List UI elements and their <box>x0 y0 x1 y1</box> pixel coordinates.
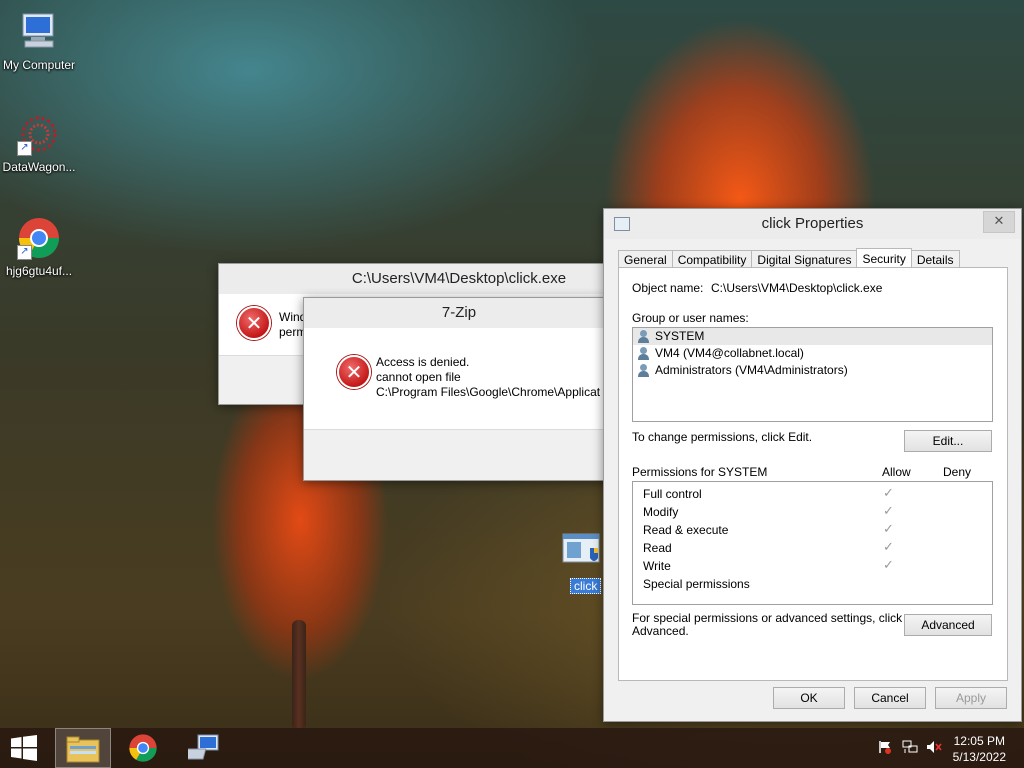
zip-message-line2: cannot open file <box>376 370 461 384</box>
advanced-button[interactable]: Advanced <box>904 614 992 636</box>
allow-check-icon: ✓ <box>883 522 894 537</box>
allow-check-icon: ✓ <box>883 540 894 555</box>
error-icon: ✕ <box>337 355 371 389</box>
apply-button[interactable]: Apply <box>935 687 1007 709</box>
zip-dialog-titlebar[interactable]: 7-Zip <box>304 298 614 328</box>
permissions-for-label: Permissions for SYSTEM <box>632 465 768 479</box>
desktop-file-click[interactable]: click <box>562 532 606 594</box>
clock-time: 12:05 PM <box>953 734 1005 748</box>
user-group-icon <box>637 364 651 377</box>
close-button[interactable]: ✕ <box>983 211 1015 233</box>
permission-name: Write <box>643 559 671 573</box>
user-icon <box>637 347 651 360</box>
desktop-icon-datawagon[interactable]: ↗ DataWagon... <box>0 112 78 174</box>
clock-date: 5/13/2022 <box>952 750 1006 764</box>
permission-row: Write ✓ <box>643 557 983 575</box>
tab-strip: General Compatibility Digital Signatures Se… <box>618 247 960 270</box>
properties-title: click Properties <box>761 215 864 232</box>
chrome-icon: ↗ <box>17 216 61 260</box>
security-tab-panel: Object name: C:\Users\VM4\Desktop\click.… <box>618 267 1008 681</box>
permission-name: Full control <box>643 487 702 501</box>
user-group-icon <box>637 330 651 343</box>
change-permissions-text: To change permissions, click Edit. <box>632 430 813 444</box>
deny-header: Deny <box>943 465 972 479</box>
properties-window-icon <box>614 217 630 231</box>
taskbar-clock[interactable]: 12:05 PM 5/13/2022 <box>953 733 1006 765</box>
desktop-icon-my-computer[interactable]: My Computer <box>0 10 78 72</box>
zip-dialog[interactable]: 7-Zip ✕ Access is denied. cannot open fi… <box>303 297 615 481</box>
error-icon: ✕ <box>237 306 271 340</box>
network-computer-icon <box>188 734 219 760</box>
users-listbox[interactable]: SYSTEM VM4 (VM4@collabnet.local) Adminis… <box>632 327 993 422</box>
permission-row: Full control ✓ <box>643 485 983 503</box>
allow-check-icon: ✓ <box>883 504 894 519</box>
edit-button[interactable]: Edit... <box>904 430 992 452</box>
special-text-line2: Advanced. <box>632 624 689 638</box>
zip-message-path: C:\Program Files\Google\Chrome\Applicat <box>376 385 601 399</box>
properties-dialog[interactable]: click Properties ✕ General Compatibility D… <box>603 208 1022 722</box>
taskbar-file-explorer[interactable] <box>55 728 111 768</box>
desktop-icon-chrome-shortcut[interactable]: ↗ hjg6gtu4uf... <box>0 216 78 278</box>
permission-name: Special permissions <box>643 577 750 591</box>
user-name: SYSTEM <box>655 329 705 343</box>
desktop-icon-label: hjg6gtu4uf... <box>5 264 73 278</box>
datawagon-icon: ↗ <box>17 112 61 156</box>
network-icon[interactable] <box>902 740 918 754</box>
permission-name: Read & execute <box>643 523 729 537</box>
user-name: VM4 (VM4@collabnet.local) <box>655 346 804 360</box>
user-item-system[interactable]: SYSTEM <box>633 328 992 345</box>
file-label: click <box>570 578 602 594</box>
group-users-label: Group or user names: <box>632 311 749 325</box>
user-item-administrators[interactable]: Administrators (VM4\Administrators) <box>633 362 992 379</box>
computer-icon <box>17 10 61 54</box>
folder-icon <box>66 736 100 763</box>
permission-row: Modify ✓ <box>643 503 983 521</box>
start-button[interactable] <box>0 728 50 768</box>
cancel-button[interactable]: Cancel <box>854 687 926 709</box>
zip-dialog-footer <box>304 429 614 480</box>
taskbar-chrome[interactable] <box>115 728 171 768</box>
taskbar: 12:05 PM 5/13/2022 <box>0 728 1024 768</box>
wallpaper-stem <box>292 620 306 730</box>
desktop-icon-label: DataWagon... <box>2 160 76 174</box>
object-name-value: C:\Users\VM4\Desktop\click.exe <box>711 281 883 295</box>
shortcut-arrow-icon: ↗ <box>17 245 32 260</box>
permissions-listbox[interactable]: Full control ✓ Modify ✓ Read & execute ✓ Re… <box>632 481 993 605</box>
permission-row: Read ✓ <box>643 539 983 557</box>
user-item-vm4[interactable]: VM4 (VM4@collabnet.local) <box>633 345 992 362</box>
user-name: Administrators (VM4\Administrators) <box>655 363 848 377</box>
zip-dialog-title: 7-Zip <box>441 304 477 321</box>
volume-muted-icon[interactable] <box>926 740 942 754</box>
permission-name: Read <box>643 541 672 555</box>
special-permissions-text: For special permissions or advanced sett… <box>632 612 902 638</box>
properties-titlebar[interactable]: click Properties ✕ <box>604 209 1021 239</box>
permission-row: Special permissions <box>643 575 983 593</box>
shortcut-arrow-icon: ↗ <box>17 141 32 156</box>
allow-check-icon: ✓ <box>883 558 894 573</box>
permission-row: Read & execute ✓ <box>643 521 983 539</box>
zip-message: Access is denied. cannot open file C:\Pr… <box>376 355 610 400</box>
allow-check-icon: ✓ <box>883 486 894 501</box>
chrome-icon <box>129 734 157 762</box>
action-center-flag-icon[interactable] <box>878 740 892 754</box>
error-window-titlebar[interactable]: C:\Users\VM4\Desktop\click.exe <box>219 264 619 294</box>
taskbar-remote-app[interactable] <box>176 728 232 768</box>
desktop-icon-label: My Computer <box>2 58 76 72</box>
exe-file-icon <box>562 532 602 566</box>
object-name-label: Object name: <box>632 281 704 295</box>
zip-message-line1: Access is denied. <box>376 355 470 369</box>
permission-name: Modify <box>643 505 679 519</box>
allow-header: Allow <box>882 465 911 479</box>
ok-button[interactable]: OK <box>773 687 845 709</box>
windows-logo-icon <box>11 735 37 761</box>
close-icon: ✕ <box>993 213 1005 228</box>
error-window-title: C:\Users\VM4\Desktop\click.exe <box>351 270 567 287</box>
